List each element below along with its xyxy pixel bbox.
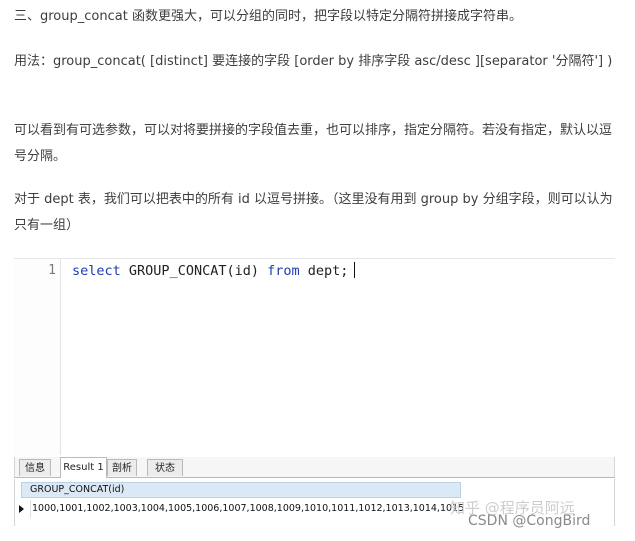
result-cell[interactable]: 1000,1001,1002,1003,1004,1005,1006,1007,… [30, 500, 463, 518]
sql-client-panel: 1 select GROUP_CONCAT(id) from dept; 信息 … [14, 258, 615, 528]
paragraph-options: 可以看到有可选参数，可以对将要拼接的字段值去重，也可以排序，指定分隔符。若没有指… [14, 123, 613, 164]
text-cursor [354, 262, 356, 278]
paragraph-usage: 用法：group_concat( [distinct] 要连接的字段 [orde… [14, 54, 613, 69]
paragraph-example: 对于 dept 表，我们可以把表中的所有 id 以逗号拼接。（这里没有用到 gr… [14, 192, 613, 233]
tab-profile[interactable]: 剖析 [107, 459, 137, 476]
csdn-credit: CSDN @CongBird [468, 513, 591, 529]
line-number: 1 [48, 263, 56, 278]
tab-result-1[interactable]: Result 1 [60, 457, 107, 478]
line-gutter: 1 [14, 259, 61, 455]
sql-code-line[interactable]: select GROUP_CONCAT(id) from dept; [72, 262, 356, 279]
current-row-marker-icon [19, 505, 24, 513]
keyword-select: select [72, 263, 121, 279]
keyword-from: from [267, 263, 300, 279]
sql-editor[interactable]: 1 select GROUP_CONCAT(id) from dept; [14, 258, 615, 455]
column-header[interactable]: GROUP_CONCAT(id) [21, 482, 461, 498]
tab-status[interactable]: 状态 [147, 459, 183, 476]
function-call: GROUP_CONCAT(id) [128, 263, 259, 279]
result-tabbar: 信息 Result 1 剖析 状态 [14, 457, 615, 478]
table-name: dept; [307, 263, 349, 279]
paragraph-intro: 三、group_concat 函数更强大，可以分组的同时，把字段以特定分隔符拼接… [14, 9, 522, 24]
tab-info[interactable]: 信息 [19, 459, 51, 476]
